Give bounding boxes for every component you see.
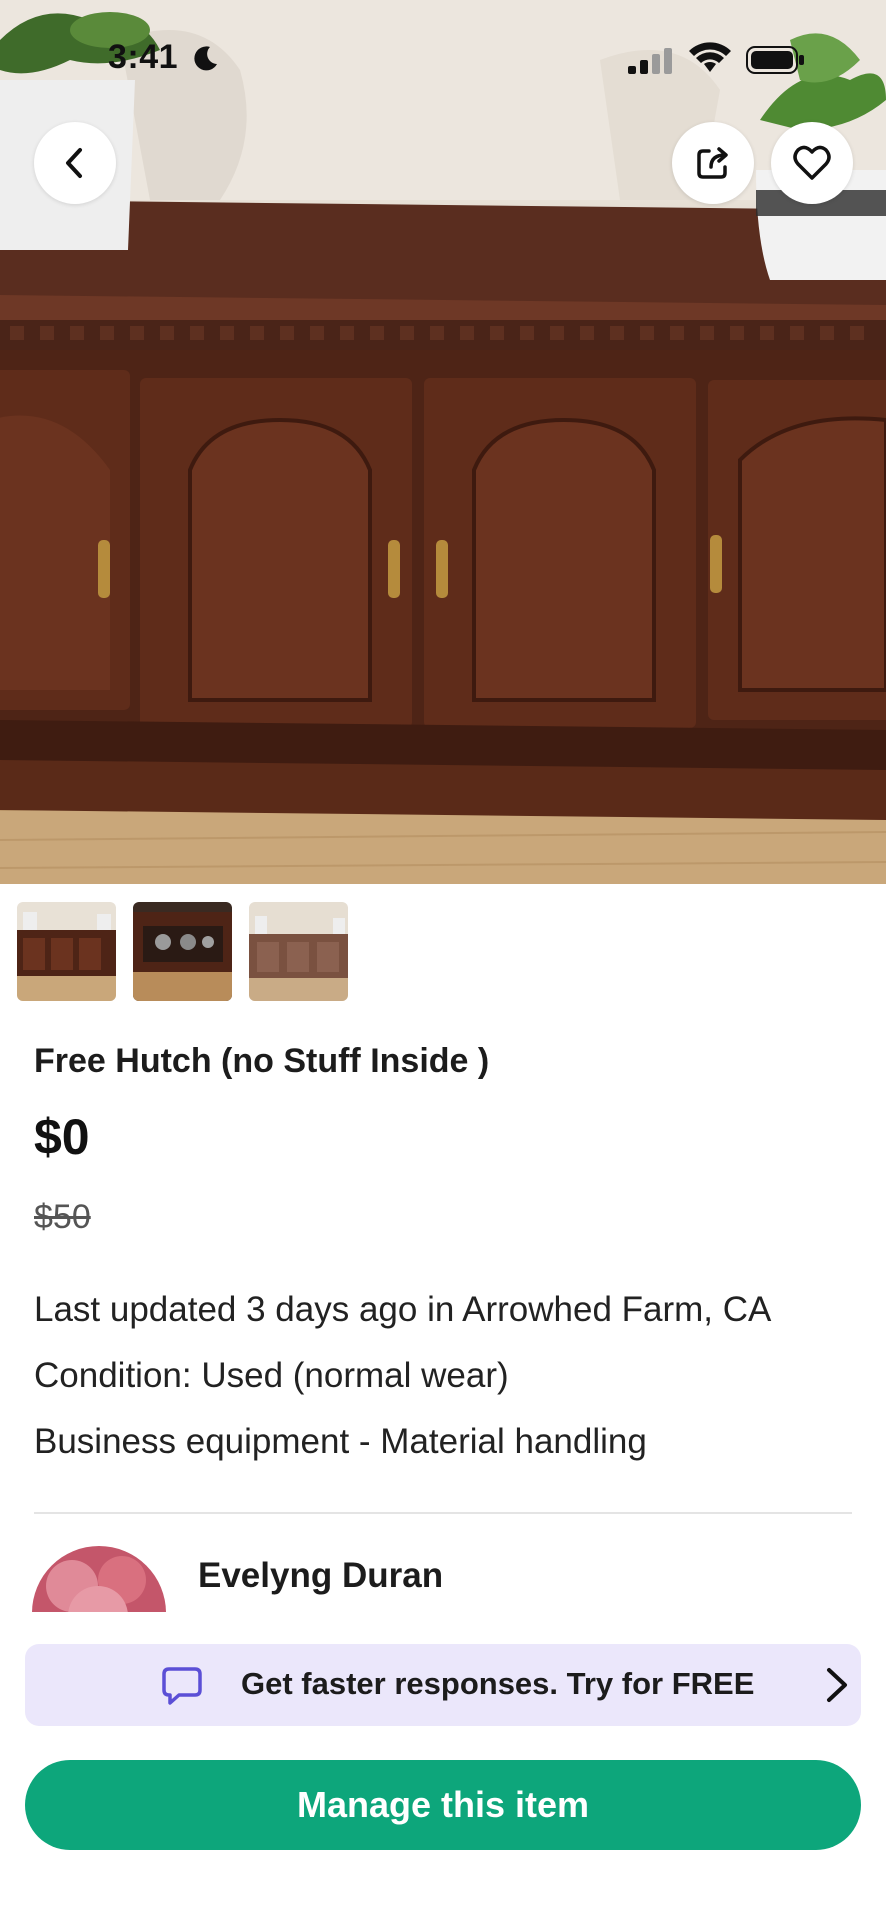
thumbnail-image [133,902,232,1001]
original-price: $50 [34,1198,91,1236]
promo-text: Get faster responses. Try for FREE [241,1666,755,1701]
battery-icon [746,46,804,74]
seller-name: Evelyng Duran [198,1556,444,1595]
thumbnail-image [17,902,116,1001]
seller-row[interactable]: Evelyng Duran [0,1540,886,1612]
listing-category: Business equipment - Material handling [34,1422,647,1461]
chevron-left-icon [66,148,82,178]
listing-updated: Last updated 3 days ago in Arrowhed Farm… [34,1290,772,1329]
listing-condition: Condition: Used (normal wear) [34,1356,509,1395]
status-bar: 3:41 [0,0,886,110]
thumbnail-1[interactable] [17,902,116,1001]
thumbnail-strip [17,902,348,1001]
back-button[interactable] [34,122,116,204]
promo-banner[interactable]: Get faster responses. Try for FREE [25,1644,861,1726]
wifi-icon [689,42,731,72]
avatar [32,1546,166,1612]
favorite-button[interactable] [771,122,853,204]
listing-price: $0 [34,1109,90,1165]
share-icon [697,147,728,179]
chat-bubble-icon [162,1667,202,1705]
hutch-photo-illustration [0,0,886,884]
avatar-image [32,1546,166,1612]
manage-item-button[interactable]: Manage this item [25,1760,861,1850]
listing-photo[interactable] [0,0,886,884]
thumbnail-3[interactable] [249,902,348,1001]
divider [34,1512,852,1514]
share-button[interactable] [672,122,754,204]
status-time: 3:41 [108,38,179,76]
heart-icon [793,145,831,180]
moon-icon [194,46,217,71]
listing-title: Free Hutch (no Stuff Inside ) [34,1042,490,1080]
chevron-right-icon [827,1668,847,1702]
thumbnail-image [249,902,348,1001]
thumbnail-2[interactable] [133,902,232,1001]
cellular-signal-icon [628,48,672,74]
